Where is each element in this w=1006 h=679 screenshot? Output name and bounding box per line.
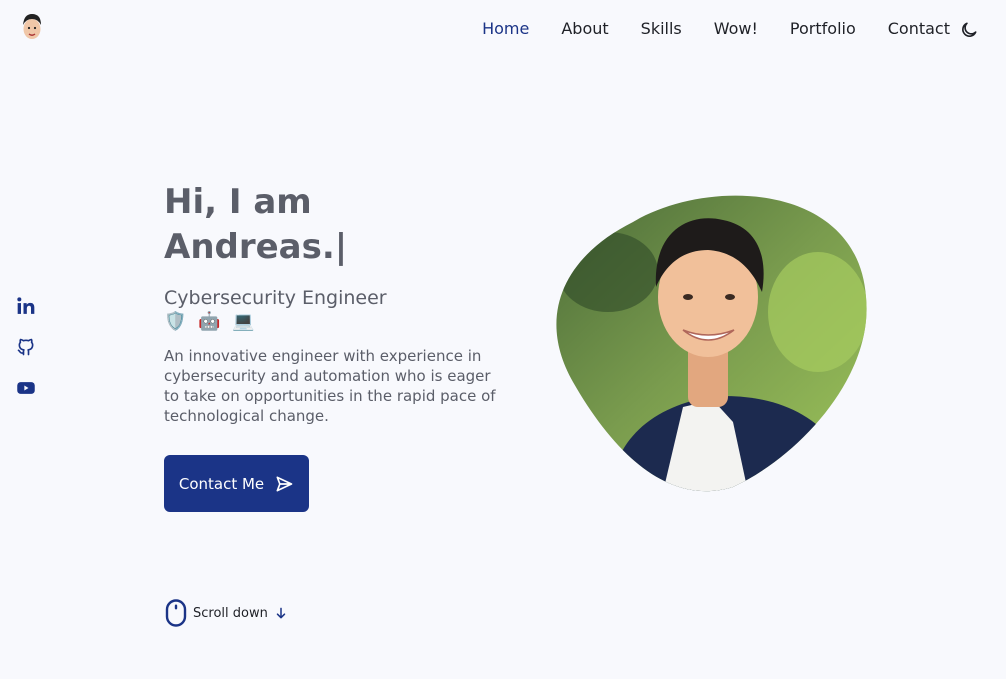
social-links [16, 296, 36, 398]
mouse-icon [165, 599, 187, 627]
contact-me-label: Contact Me [178, 474, 265, 493]
main-nav: Home About Skills Wow! Portfolio Contact [482, 19, 950, 38]
hero-greeting: Hi, I am [164, 182, 312, 222]
avatar-logo[interactable] [20, 10, 44, 44]
contact-me-button[interactable]: Contact Me [164, 455, 309, 512]
hero-emojis: 🛡️ 🤖 💻 [164, 311, 258, 332]
nav-wow[interactable]: Wow! [714, 19, 758, 38]
youtube-icon[interactable] [16, 378, 36, 398]
scroll-down-label: Scroll down [193, 605, 268, 621]
profile-photo [556, 195, 867, 492]
nav-portfolio[interactable]: Portfolio [790, 19, 856, 38]
hero-subtitle: Cybersecurity Engineer [164, 287, 387, 309]
moon-icon[interactable] [959, 20, 979, 40]
hero-text: Hi, I am Andreas.| Cybersecurity Enginee… [164, 180, 504, 426]
github-icon[interactable] [16, 337, 36, 357]
header: Home About Skills Wow! Portfolio Contact [0, 0, 1006, 60]
send-icon [276, 476, 293, 491]
hero-name: Andreas.| [164, 227, 348, 267]
linkedin-icon[interactable] [16, 296, 36, 316]
nav-about[interactable]: About [561, 19, 608, 38]
arrow-down-icon [276, 607, 286, 619]
nav-skills[interactable]: Skills [641, 19, 682, 38]
scroll-down[interactable]: Scroll down [165, 599, 288, 627]
nav-home[interactable]: Home [482, 19, 529, 38]
nav-contact[interactable]: Contact [888, 19, 950, 38]
hero-description: An innovative engineer with experience i… [164, 347, 496, 425]
